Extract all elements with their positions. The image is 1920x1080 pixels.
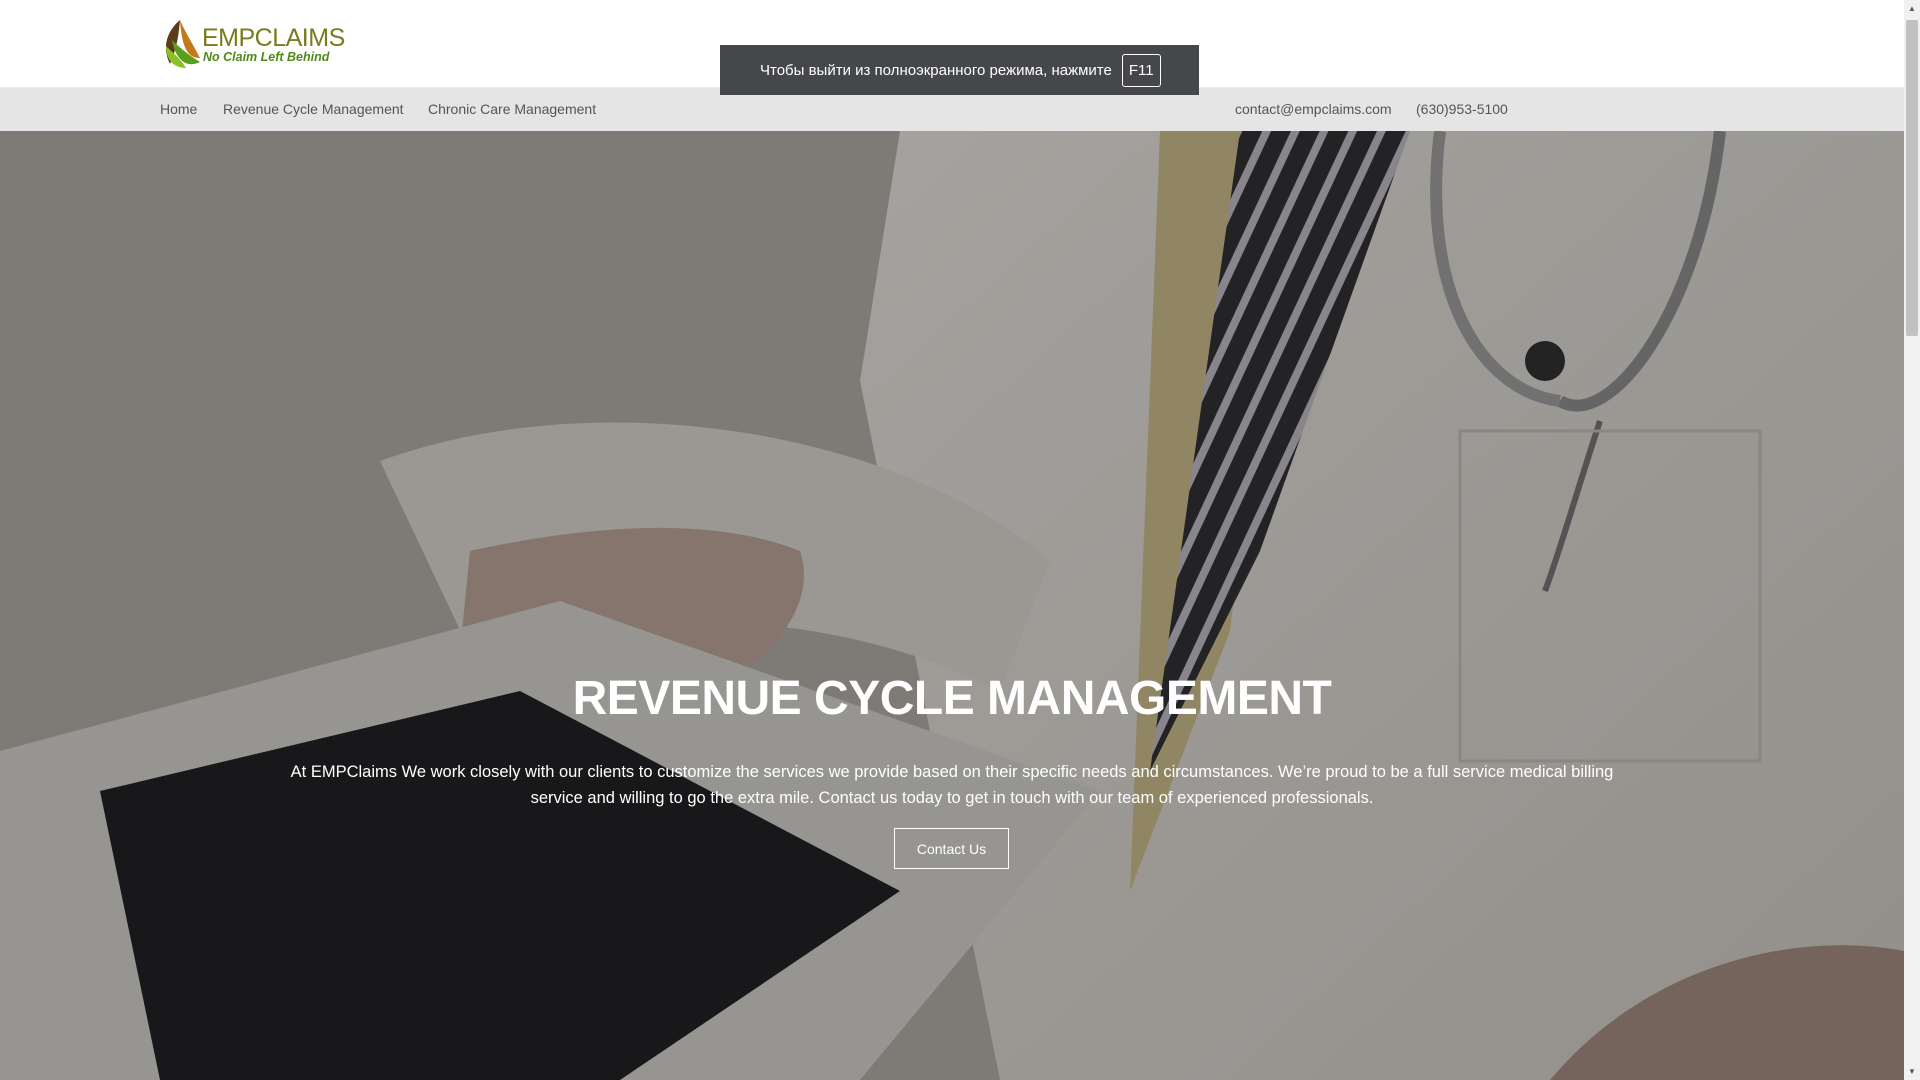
vertical-scrollbar[interactable]: ▲ ▼ — [1904, 0, 1920, 1080]
scrollbar-thumb[interactable] — [1906, 20, 1918, 336]
nav-phone-link[interactable]: (630)953-5100 — [1416, 101, 1508, 117]
logo-tagline: No Claim Left Behind — [203, 50, 330, 64]
site-logo[interactable]: EMPCLAIMS No Claim Left Behind — [160, 18, 345, 70]
nav-email-link[interactable]: contact@empclaims.com — [1235, 101, 1392, 117]
scroll-down-arrow-icon[interactable]: ▼ — [1904, 1063, 1920, 1080]
toast-message: Чтобы выйти из полноэкранного режима, на… — [760, 61, 1112, 79]
hero-title: REVENUE CYCLE MANAGEMENT — [572, 672, 1332, 725]
hero-description: At EMPClaims We work closely with our cl… — [290, 763, 1614, 807]
hero-section: REVENUE CYCLE MANAGEMENT At EMPClaims We… — [0, 131, 1904, 1080]
contact-us-button[interactable]: Contact Us — [894, 828, 1009, 869]
leaf-logo-icon — [165, 20, 200, 68]
scroll-up-arrow-icon[interactable]: ▲ — [1904, 0, 1920, 17]
fullscreen-exit-toast: Чтобы выйти из полноэкранного режима, на… — [720, 45, 1199, 95]
page: EMPCLAIMS No Claim Left Behind Home Reve… — [0, 0, 1904, 1080]
toast-key-badge: F11 — [1121, 53, 1161, 87]
nav-item-revenue-cycle-management[interactable]: Revenue Cycle Management — [223, 101, 404, 117]
logo-wordmark: EMPCLAIMS — [202, 24, 345, 52]
nav-item-home[interactable]: Home — [160, 101, 197, 117]
hero-background-image — [0, 131, 1904, 1080]
nav-item-chronic-care-management[interactable]: Chronic Care Management — [428, 101, 596, 117]
